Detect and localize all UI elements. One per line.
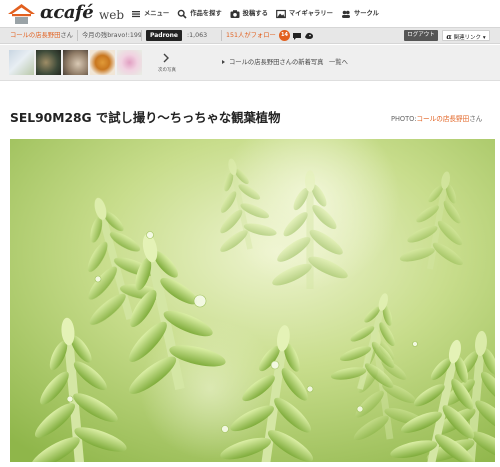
photo-filmstrip: 次の写真 コールの店長野田さんの新着写真 一覧へ	[0, 45, 500, 81]
padrone-badge[interactable]: Padrone	[146, 30, 182, 41]
related-links-button[interactable]: α 関連リンク ▾	[442, 30, 490, 41]
next-photo-button[interactable]: 次の写真	[150, 49, 184, 77]
main-nav: メニュー 作品を探す 投稿する マイギャラリー サークル	[131, 7, 387, 21]
view-list-link[interactable]: 一覧へ	[329, 58, 348, 68]
photographer-link[interactable]: コールの店長野田	[416, 115, 469, 123]
menu-icon	[131, 9, 141, 19]
user-new-photos-link[interactable]: コールの店長野田さんの新着写真	[222, 58, 323, 68]
camera-icon	[230, 9, 240, 19]
thumbnail[interactable]	[36, 50, 61, 75]
nav-my-gallery[interactable]: マイギャラリー	[275, 8, 333, 20]
notification-count-badge[interactable]: 14	[279, 30, 290, 41]
thumbnail[interactable]	[117, 50, 142, 75]
chevron-down-icon: ▾	[482, 35, 486, 41]
site-logo[interactable]: αcafé web	[8, 3, 128, 24]
gallery-icon	[275, 9, 286, 19]
thumbnail[interactable]	[9, 50, 34, 75]
logo-wordmark: αcafé	[40, 2, 94, 23]
divider	[221, 30, 222, 41]
main-photo[interactable]	[10, 139, 495, 462]
thumbnail[interactable]	[63, 50, 88, 75]
nav-menu[interactable]: メニュー	[131, 8, 169, 20]
search-icon	[177, 9, 187, 19]
plant-photo-image	[10, 139, 495, 462]
message-icon[interactable]	[292, 31, 302, 41]
logout-button[interactable]: ログアウト	[404, 30, 438, 41]
nav-search[interactable]: 作品を探す	[177, 8, 222, 20]
bravo-remaining: 今月の残bravo!:199	[82, 32, 142, 39]
house-logo-icon	[8, 4, 35, 24]
user-name-link[interactable]: コールの店長野田さん	[10, 28, 73, 43]
divider	[77, 30, 78, 41]
notification-badges: 14	[279, 30, 316, 41]
next-photo-label: 次の写真	[158, 68, 176, 73]
triangle-right-icon	[222, 60, 225, 64]
site-header: αcafé web メニュー 作品を探す 投稿する マイギャラリー サークル	[0, 0, 500, 27]
logo-web-label: web	[99, 8, 125, 22]
bravo-icon[interactable]	[304, 31, 314, 41]
nav-post[interactable]: 投稿する	[230, 8, 268, 20]
follower-count-link[interactable]: 151人がフォロー	[226, 28, 276, 43]
photo-credit: PHOTO:コールの店長野田さん	[391, 115, 483, 123]
photo-title: SEL90M28G で試し撮り～ちっちゃな観葉植物	[10, 111, 281, 125]
thumbnail-list	[9, 50, 149, 75]
arrow-right-icon	[163, 53, 169, 63]
thumbnail[interactable]	[90, 50, 115, 75]
nav-circle[interactable]: サークル	[341, 8, 379, 20]
divider	[141, 30, 142, 41]
user-status-bar: コールの店長野田さん 今月の残bravo!:199 Padrone :1,063…	[0, 27, 500, 44]
padrone-score: :1,063	[187, 32, 208, 39]
circle-icon	[341, 9, 351, 19]
